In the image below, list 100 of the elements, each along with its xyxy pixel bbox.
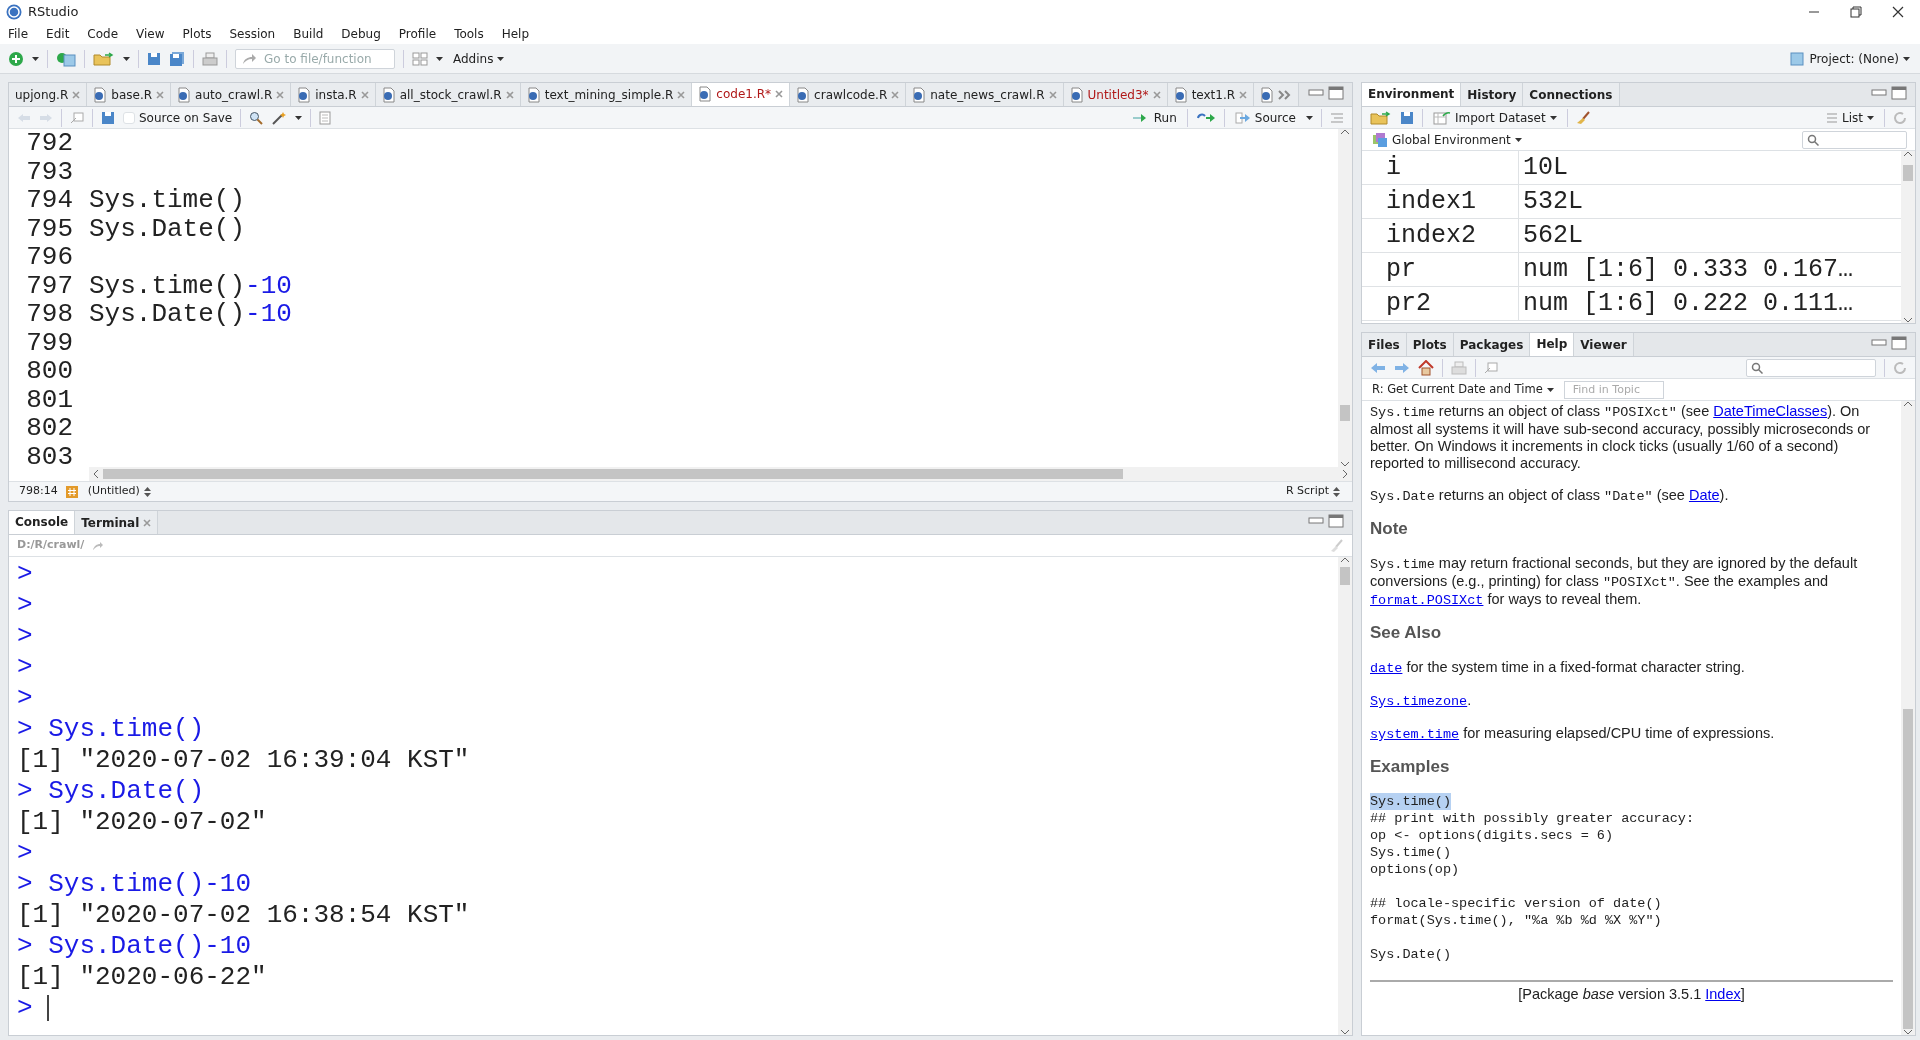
variable-name: i: [1362, 151, 1519, 184]
line-number: 795: [25, 214, 73, 243]
line-number: 801: [25, 385, 73, 414]
file-tab[interactable]: nate_news_crawl.R: [906, 83, 1064, 106]
pane-tab[interactable]: History: [1461, 83, 1524, 106]
file-tab[interactable]: text_mining_simple.R: [520, 83, 693, 106]
menu-item[interactable]: Session: [229, 25, 276, 43]
help-paragraph: date for the system time in a fixed-format character string.: [1370, 659, 1746, 677]
console-command: > Sys.time(): [17, 714, 205, 745]
variable-value: 562L: [1522, 219, 1583, 252]
console-output: [1] "2020-07-02": [17, 807, 267, 838]
menu-item[interactable]: Debug: [341, 25, 381, 43]
line-number: 803: [25, 442, 73, 467]
menu-item[interactable]: Help: [501, 25, 530, 43]
file-tab[interactable]: base.R: [87, 83, 172, 106]
console-prompt[interactable]: >: [17, 993, 49, 1024]
console-tab[interactable]: Console: [9, 511, 76, 534]
line-number: 802: [25, 414, 73, 443]
go-to-file-field[interactable]: Go to file/function: [235, 48, 395, 69]
link[interactable]: format.POSIXct: [1370, 593, 1484, 608]
window-title: RStudio: [28, 3, 79, 22]
pane-tab[interactable]: Files: [1362, 333, 1407, 356]
menu-item[interactable]: Edit: [46, 25, 70, 43]
link[interactable]: date: [1370, 661, 1403, 676]
source-button[interactable]: Source: [1232, 108, 1298, 127]
pane-tab[interactable]: Help: [1530, 333, 1575, 356]
console-command: >: [17, 559, 34, 590]
variable-value: num [1:6] 0.333 0.167…: [1522, 253, 1854, 286]
help-paragraph: Sys.time returns an object of class "POSIXct" (see DateTimeClasses). On almost all systems it will have sub-second accuracy, possibly microseconds or better. On Windows it increments in clock ticks (usually 1/60 of a second) reported to millisecond accuracy.: [1370, 403, 1872, 472]
console-path: D:/R/crawl/: [17, 537, 85, 554]
menu-item[interactable]: Tools: [454, 25, 484, 43]
code-line: Sys.Date()-10: [89, 300, 292, 329]
console-command: >: [17, 838, 34, 869]
variable-value: 532L: [1522, 185, 1583, 218]
console-command: > Sys.Date(): [17, 776, 205, 807]
scope-dropdown[interactable]: (Untitled): [85, 483, 153, 500]
link[interactable]: Date: [1688, 487, 1720, 503]
line-number: 800: [25, 357, 73, 386]
menu-item[interactable]: File: [8, 25, 29, 43]
pane-tab[interactable]: Packages: [1453, 333, 1531, 356]
section-heading: See Also: [1370, 624, 1443, 641]
link[interactable]: system.time: [1370, 727, 1460, 742]
line-number: 799: [25, 328, 73, 357]
package-footer: [Package base version 3.5.1 Index]: [1518, 986, 1745, 1002]
file-type-dropdown[interactable]: R Script: [1283, 483, 1342, 500]
list-view-button[interactable]: List: [1824, 108, 1876, 127]
example-code-line: op <- options(digits.secs = 6): [1370, 827, 1614, 844]
console-command: >: [17, 652, 34, 683]
pane-tab[interactable]: Viewer: [1574, 333, 1634, 356]
addins-button[interactable]: Addins: [451, 49, 507, 68]
menu-item[interactable]: Profile: [398, 25, 437, 43]
section-heading: Note: [1370, 520, 1409, 537]
file-tab[interactable]: Untitled3*: [1063, 83, 1168, 106]
example-code-line: ## locale-specific version of date(): [1370, 895, 1662, 912]
link[interactable]: DateTimeClasses: [1713, 403, 1828, 419]
pane-tab[interactable]: Environment: [1362, 83, 1462, 106]
menu-item[interactable]: Plots: [182, 25, 212, 43]
file-tab[interactable]: upjong.R: [9, 83, 88, 106]
environment-dropdown[interactable]: Global Environment: [1370, 130, 1524, 149]
variable-name: pr: [1362, 253, 1519, 286]
code-line: Sys.time()-10: [89, 271, 292, 300]
line-number: 794: [25, 186, 73, 215]
find-in-topic-field[interactable]: Find in Topic: [1563, 380, 1664, 399]
file-tab[interactable]: all_stock_crawl.R: [375, 83, 521, 106]
line-number: 796: [25, 243, 73, 272]
console-command: >: [17, 683, 34, 714]
import-dataset-button[interactable]: Import Dataset: [1431, 108, 1559, 127]
link[interactable]: Index: [1705, 986, 1741, 1002]
variable-name: index2: [1362, 219, 1519, 252]
file-tab[interactable]: crawlcode.R: [790, 83, 907, 106]
link[interactable]: Sys.timezone: [1370, 694, 1468, 709]
example-code-line: Sys.time(): [1370, 844, 1451, 861]
console-command: > Sys.time()-10: [17, 869, 252, 900]
checkbox-label[interactable]: Source on Save: [139, 108, 233, 127]
project-button[interactable]: Project: (None): [1787, 49, 1912, 68]
topic-dropdown[interactable]: R: Get Current Date and Time: [1370, 380, 1556, 399]
line-number: 793: [25, 157, 73, 186]
file-tab[interactable]: text1.R: [1167, 83, 1255, 106]
console-output: [1] "2020-07-02 16:39:04 KST": [17, 745, 470, 776]
file-tab[interactable]: auto_crawl.R: [171, 83, 292, 106]
menu-item[interactable]: Code: [87, 25, 119, 43]
code-line: Sys.Date(): [89, 214, 246, 243]
console-tab[interactable]: Terminal: [75, 511, 159, 534]
file-tab[interactable]: insta.R: [291, 83, 376, 106]
menu-item[interactable]: View: [136, 25, 165, 43]
run-button[interactable]: Run: [1129, 108, 1179, 127]
menu-item[interactable]: Build: [293, 25, 324, 43]
console-output: [1] "2020-06-22": [17, 962, 267, 993]
pane-tab[interactable]: Plots: [1406, 333, 1454, 356]
line-number: 792: [25, 129, 73, 158]
example-code-line: Sys.Date(): [1370, 946, 1451, 963]
file-tab[interactable]: code1.R*: [692, 83, 791, 106]
help-paragraph: Sys.time may return fractional seconds, but they are ignored by the default conversions (e.g., printing) for class "POSIXct". See the examples and format.POSIXct for ways to reveal them.: [1370, 555, 1859, 609]
example-code-line: options(op): [1370, 861, 1460, 878]
variable-name: index1: [1362, 185, 1519, 218]
pane-tab[interactable]: Connections: [1523, 83, 1620, 106]
console-command: >: [17, 621, 34, 652]
console-command: >: [17, 590, 34, 621]
console-output: [1] "2020-07-02 16:38:54 KST": [17, 900, 470, 931]
help-paragraph: Sys.Date returns an object of class "Date" (see Date).: [1370, 487, 1730, 505]
